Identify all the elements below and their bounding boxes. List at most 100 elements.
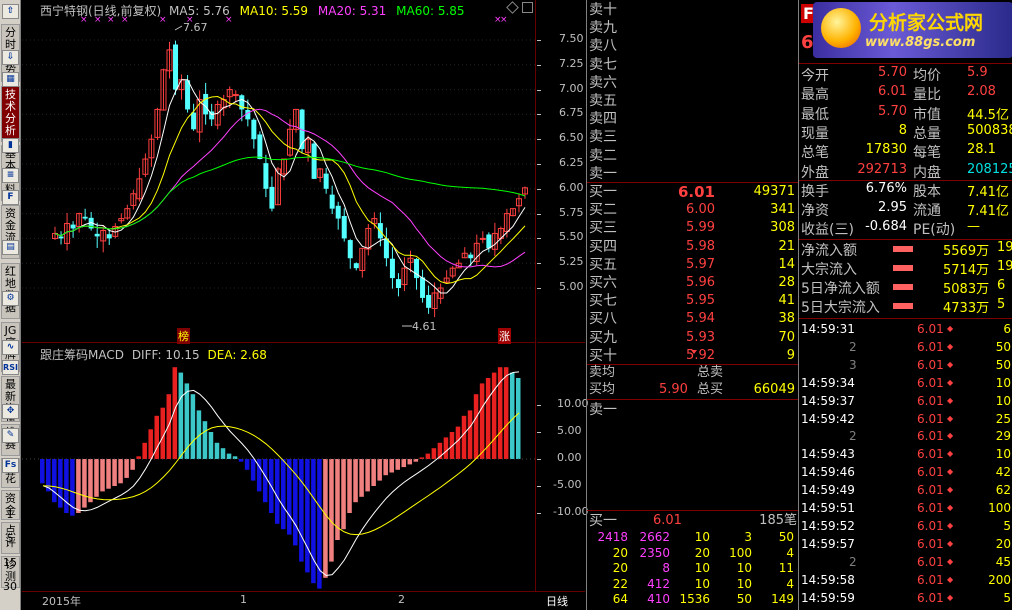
stat-label: 换手: [801, 183, 829, 200]
tick-row: 14:59:58 6.01 ◆ 200: [799, 571, 1012, 589]
stat-value: 2.95: [878, 200, 907, 216]
pen-icon[interactable]: ✎: [2, 428, 19, 443]
queue-cell: 10: [694, 530, 710, 544]
fio-icon[interactable]: F: [2, 190, 19, 205]
gear-icon[interactable]: ⚙: [2, 291, 19, 306]
flow-bar: [893, 246, 913, 252]
buy-level-row[interactable]: 买三 5.99 308: [587, 219, 799, 237]
tick-row: 3 6.01 ◆ 50: [799, 356, 1012, 374]
sell-level-label: 卖七: [589, 56, 617, 73]
price-tick: 6.25: [559, 156, 584, 169]
buy-level-row[interactable]: 买五 5.97 14: [587, 256, 799, 274]
tick-row: 14:59:31 6.01 ◆ 6: [799, 320, 1012, 338]
buy-level-volume: 41: [778, 293, 795, 309]
stat-value: 5.9: [967, 65, 988, 80]
kline-chart[interactable]: 西宁特钢(日线,前复权) MA5: 5.76 MA10: 5.59 MA20: …: [22, 0, 536, 344]
queue-sell1-label: 卖一: [589, 402, 617, 418]
tick-volume: 42: [995, 465, 1011, 480]
chevron-up-icon[interactable]: ⇧: [2, 4, 19, 19]
rsi-icon[interactable]: RSI: [2, 360, 19, 375]
tick-time: 14:59:52: [801, 518, 855, 533]
period-1[interactable]: 1: [0, 508, 20, 521]
tick-price: 6.01: [917, 375, 944, 390]
up-arrow-icon: ◆: [947, 324, 954, 333]
tick-row: 2 6.01 ◆ 45: [799, 553, 1012, 571]
buy-level-row[interactable]: 买八 5.94 38: [587, 310, 799, 328]
tick-list[interactable]: 14:59:31 6.01 ◆ 6 2 6.01 ◆ 50 3 6.01 ◆ 50 14:59:34 6.…: [799, 320, 1012, 610]
flow-label: 5日净流入额: [801, 281, 880, 297]
sell-level-label: 卖八: [589, 38, 617, 55]
list-icon[interactable]: ≡: [2, 168, 19, 183]
stat-value: 28.1: [967, 142, 996, 158]
sell-avg-label: 卖均: [589, 365, 616, 380]
maximize-icon[interactable]: [522, 2, 533, 13]
period-label[interactable]: 日线: [546, 593, 568, 609]
queue-cell: 11: [778, 561, 794, 575]
rank-marker[interactable]: 榜: [177, 328, 190, 344]
queue-cell: 410: [647, 592, 670, 606]
price-tick: 5.75: [559, 205, 584, 219]
tick-row: 14:59:49 6.01 ◆ 62: [799, 481, 1012, 499]
flow-bar: [893, 284, 913, 290]
queue-cell: 100: [729, 545, 752, 560]
tick-row: 14:59:42 6.01 ◆ 25: [799, 410, 1012, 428]
tick-volume: 25: [995, 411, 1011, 426]
buy-level-row[interactable]: 买一 6.01 49371: [587, 183, 799, 201]
up-arrow-icon: ◆: [947, 574, 954, 584]
queue-cell: 10: [736, 561, 752, 575]
order-book-panel: 卖十 卖九 卖八 卖七 卖六 卖五 卖四 卖三 卖二 卖一 买一 6.01 49371 买二 6.00 341…: [586, 0, 799, 610]
buy-level-label: 买八: [589, 311, 617, 328]
buy-level-price: 5.97: [686, 256, 715, 272]
tick-row: 14:59:43 6.01 ◆ 10: [799, 445, 1012, 463]
tick-volume: 10: [995, 447, 1011, 462]
chevron-down-icon[interactable]: ⇩: [2, 50, 19, 65]
period-5[interactable]: 5: [0, 532, 20, 545]
period-30[interactable]: 30: [0, 580, 20, 593]
queue-buy1-row: 买一 6.01 185笔: [587, 512, 799, 530]
buy-level-row[interactable]: 买二 6.00 341: [587, 201, 799, 219]
left-tab-1[interactable]: 技术分析: [1, 86, 20, 142]
tick-row: 14:59:46 6.01 ◆ 42: [799, 463, 1012, 481]
flow-label: 净流入额: [801, 243, 857, 259]
stat-label: 均价: [913, 68, 941, 84]
flow-label: 大宗流入: [801, 262, 857, 278]
total-buy-value: 66049: [753, 382, 795, 397]
flow-value: 5569万: [943, 244, 990, 259]
macd-tick: 10.00: [557, 397, 589, 410]
tick-price: 6.01: [917, 393, 944, 408]
macd-axis: 10.00 5.00 0.00 -5.00 -10.00: [537, 343, 589, 591]
move-icon[interactable]: ✥: [2, 404, 19, 419]
tick-price: 6.01: [917, 518, 944, 533]
period-15[interactable]: 15: [0, 556, 20, 569]
buy-avg-value: 5.90: [659, 382, 688, 397]
stat-value: 7.41亿: [967, 184, 1009, 200]
candle-icon[interactable]: ▮: [2, 138, 19, 153]
buy-level-row[interactable]: 买六 5.96 28: [587, 274, 799, 292]
left-toolbar: 分时走势技术分析基本资料资金流向红地数据JG底牌最新资讯维赛同花资金点评诊测⇧⇩…: [0, 0, 21, 610]
limit-up-marker[interactable]: 涨: [498, 328, 511, 344]
queue-cell: 8: [662, 561, 670, 575]
tick-row: 14:59:51 6.01 ◆ 100: [799, 499, 1012, 517]
buy-level-row[interactable]: 买九 5.93 70: [587, 329, 799, 347]
tick-time: 2: [849, 554, 857, 569]
buy-level-row[interactable]: 买七 5.95 41: [587, 292, 799, 310]
queue-cell: 149: [771, 592, 794, 606]
buy-level-row[interactable]: 买四 5.98 21: [587, 238, 799, 256]
buy-level-label: 买二: [589, 202, 617, 219]
up-arrow-icon: ◆: [947, 485, 954, 495]
macd-chart[interactable]: 跟庄筹码MACD DIFF: 10.15 DEA: 2.68: [22, 343, 536, 591]
flow-bar: [893, 265, 913, 271]
total-buy-label: 总买: [697, 382, 724, 397]
fs-icon[interactable]: Fs: [2, 458, 19, 473]
queue-cell: 64: [612, 592, 628, 606]
tick-time: 14:59:57: [801, 536, 855, 551]
stat-value: 17830: [865, 142, 907, 158]
buy-level-volume: 341: [770, 202, 795, 218]
wave-icon[interactable]: ∿: [2, 340, 19, 355]
tick-volume: 29: [995, 429, 1011, 444]
tick-time: 3: [849, 357, 857, 372]
tick-price: 6.01: [917, 339, 944, 354]
calendar-icon[interactable]: ▦: [2, 72, 19, 87]
quote-stats: 今开 5.70 均价 5.9 最高 6.01 量比 2.08 最低 5.70 市值 44.5亿 现量 8 总…: [799, 65, 1012, 240]
chart-icon[interactable]: ▤: [2, 240, 19, 255]
